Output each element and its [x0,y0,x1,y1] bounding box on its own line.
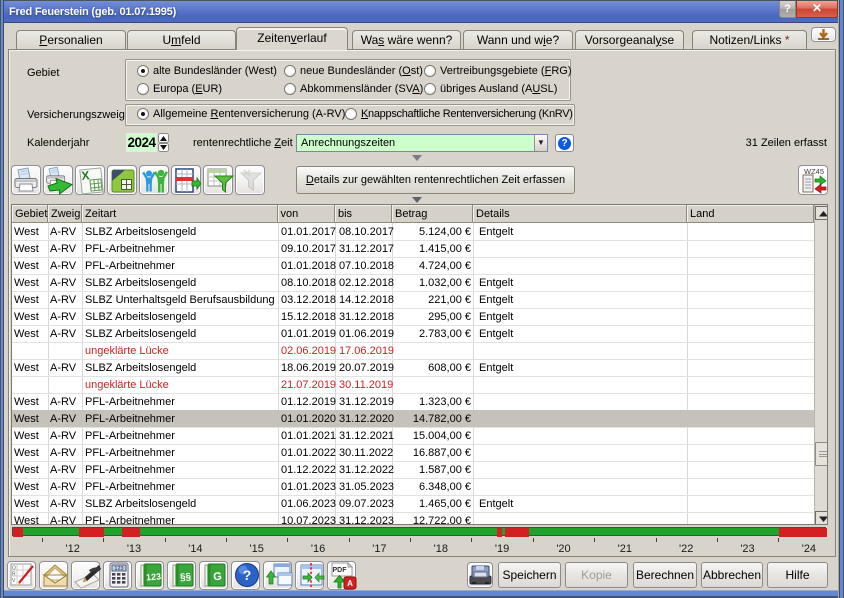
svg-text:123: 123 [145,571,161,582]
svg-text:123: 123 [114,566,123,572]
svg-text:G: G [213,571,222,584]
svg-text:X: X [81,168,90,183]
svg-text:R: R [12,572,16,578]
svg-text:§§: §§ [179,572,191,584]
svg-text:PDF: PDF [332,567,347,574]
svg-text:?: ? [242,567,251,583]
svg-text:A: A [347,579,353,588]
